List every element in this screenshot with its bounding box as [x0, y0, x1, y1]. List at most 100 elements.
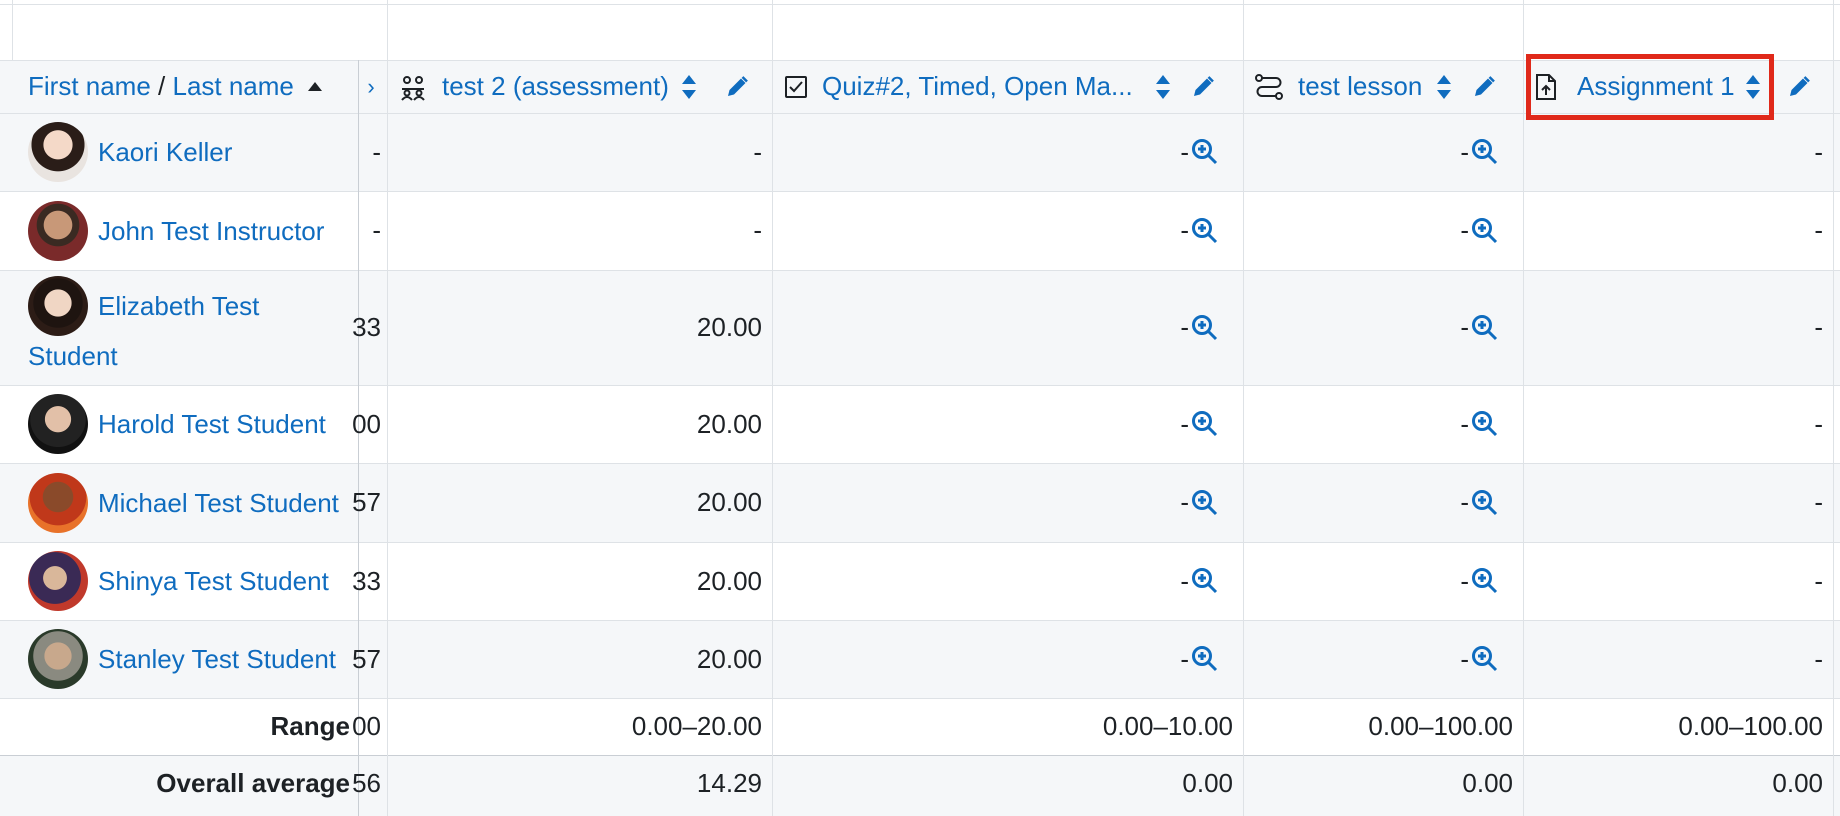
grade-cell[interactable]: - — [772, 113, 1243, 191]
partial-grade-cell: - — [372, 215, 381, 245]
grade-cell[interactable]: - — [1243, 191, 1523, 270]
avatar[interactable] — [28, 394, 88, 454]
grade-cell[interactable]: - — [772, 270, 1243, 385]
grade-cell[interactable]: - — [772, 385, 1243, 463]
range-cell: 0.00–100.00 — [1368, 711, 1513, 741]
avatar[interactable] — [28, 122, 88, 182]
zoom-in-icon[interactable] — [1191, 410, 1219, 438]
grade-cell[interactable]: - — [772, 191, 1243, 270]
grade-cell[interactable]: - — [1523, 385, 1833, 463]
pencil-icon[interactable] — [1787, 75, 1811, 99]
zoom-in-icon[interactable] — [1191, 567, 1219, 595]
partial-grade-cell: 00 — [352, 408, 381, 439]
student-name-link-continued[interactable]: Student — [28, 336, 118, 376]
zoom-in-icon[interactable] — [1471, 489, 1499, 517]
partial-grade-cell: 57 — [352, 487, 381, 517]
grade-cell[interactable]: - — [1243, 385, 1523, 463]
student-name-link[interactable]: Kaori Keller — [98, 126, 232, 178]
lesson-path-icon — [1254, 73, 1284, 101]
sort-both-icon[interactable] — [1155, 74, 1171, 100]
column-title[interactable]: test lesson — [1298, 71, 1422, 102]
sort-first-name-link[interactable]: First name — [28, 71, 151, 102]
student-cell: Harold Test Student — [0, 385, 358, 463]
zoom-in-icon[interactable] — [1191, 314, 1219, 342]
grade-cell[interactable]: - — [1523, 113, 1833, 191]
zoom-in-icon[interactable] — [1471, 217, 1499, 245]
grade-cell[interactable]: - — [1523, 270, 1833, 385]
zoom-in-icon[interactable] — [1191, 645, 1219, 673]
pencil-icon[interactable] — [1472, 75, 1496, 99]
grade-cell[interactable]: - — [1243, 270, 1523, 385]
zoom-in-icon[interactable] — [1471, 645, 1499, 673]
range-cell: 0.00–100.00 — [1678, 711, 1823, 741]
zoom-in-icon[interactable] — [1191, 217, 1219, 245]
student-name-link[interactable]: Shinya Test Student — [98, 555, 329, 607]
workshop-icon — [398, 72, 428, 102]
sort-both-icon[interactable] — [1745, 74, 1761, 100]
sort-last-name-link[interactable]: Last name — [172, 71, 293, 102]
partial-grade-cell: 57 — [352, 643, 381, 674]
avatar[interactable] — [28, 629, 88, 689]
grade-cell[interactable]: - — [1523, 191, 1833, 270]
grade-cell[interactable]: 20.00 — [387, 270, 772, 385]
zoom-in-icon[interactable] — [1471, 567, 1499, 595]
avatar[interactable] — [28, 276, 88, 336]
grade-cell[interactable]: 20.00 — [387, 620, 772, 698]
sort-both-icon[interactable] — [681, 74, 697, 100]
grade-cell[interactable]: - — [1243, 463, 1523, 542]
column-title[interactable]: test 2 (assessment) — [442, 71, 669, 102]
grader-report-table: First name / Last name › test 2 (assessm… — [0, 0, 1840, 816]
student-name-link[interactable]: John Test Instructor — [98, 205, 324, 257]
grade-cell[interactable]: - — [1523, 542, 1833, 620]
partial-grade-cell: 33 — [352, 565, 381, 596]
sort-ascending-icon[interactable] — [306, 80, 324, 94]
student-name-link[interactable]: Harold Test Student — [98, 398, 326, 450]
partial-average-cell: 56 — [352, 767, 381, 798]
grade-cell[interactable]: 20.00 — [387, 385, 772, 463]
student-cell: Kaori Keller — [0, 113, 358, 191]
sort-both-icon[interactable] — [1436, 74, 1452, 100]
student-name-link[interactable]: Elizabeth Test — [98, 280, 259, 332]
column-header-quiz-2: Quiz#2, Timed, Open Ma... — [784, 60, 1239, 113]
assignment-upload-icon — [1535, 73, 1557, 101]
pencil-icon[interactable] — [1191, 75, 1215, 99]
grade-cell[interactable]: - — [1243, 542, 1523, 620]
grade-cell[interactable]: - — [772, 620, 1243, 698]
student-cell: Michael Test Student — [0, 463, 358, 542]
avatar[interactable] — [28, 472, 88, 533]
partial-grade-cell: 33 — [352, 312, 381, 342]
student-name-link[interactable]: Michael Test Student — [98, 477, 339, 529]
student-cell: John Test Instructor — [0, 191, 358, 270]
grade-cell[interactable]: - — [772, 542, 1243, 620]
grade-cell[interactable]: - — [772, 463, 1243, 542]
avatar[interactable] — [28, 200, 88, 261]
column-header-assignment-1: Assignment 1 — [1535, 60, 1835, 113]
column-header-test-2: test 2 (assessment) — [398, 60, 768, 113]
grade-cell[interactable]: 20.00 — [387, 542, 772, 620]
zoom-in-icon[interactable] — [1471, 138, 1499, 166]
grade-cell[interactable]: 20.00 — [387, 463, 772, 542]
zoom-in-icon[interactable] — [1191, 489, 1219, 517]
pencil-icon[interactable] — [725, 75, 749, 99]
average-cell: 0.00 — [1462, 767, 1513, 798]
zoom-in-icon[interactable] — [1471, 314, 1499, 342]
partial-grade-cell: - — [372, 136, 381, 167]
student-cell: Elizabeth Test Student — [0, 270, 358, 385]
grade-cell[interactable]: - — [1523, 620, 1833, 698]
average-cell: 14.29 — [696, 767, 762, 798]
student-name-link[interactable]: Stanley Test Student — [98, 633, 336, 685]
zoom-in-icon[interactable] — [1191, 138, 1219, 166]
grade-cell[interactable]: - — [1243, 113, 1523, 191]
partial-range-cell: 00 — [352, 711, 381, 741]
column-title[interactable]: Quiz#2, Timed, Open Ma... — [822, 71, 1133, 102]
column-title[interactable]: Assignment 1 — [1577, 71, 1735, 102]
grade-cell[interactable]: - — [1523, 463, 1833, 542]
partial-column-header[interactable]: › — [356, 60, 386, 113]
zoom-in-icon[interactable] — [1471, 410, 1499, 438]
grade-cell[interactable]: - — [387, 191, 772, 270]
grade-cell[interactable]: - — [1243, 620, 1523, 698]
avatar[interactable] — [28, 551, 88, 611]
top-empty-row — [0, 0, 1840, 60]
student-cell: Shinya Test Student — [0, 542, 358, 620]
grade-cell[interactable]: - — [387, 113, 772, 191]
